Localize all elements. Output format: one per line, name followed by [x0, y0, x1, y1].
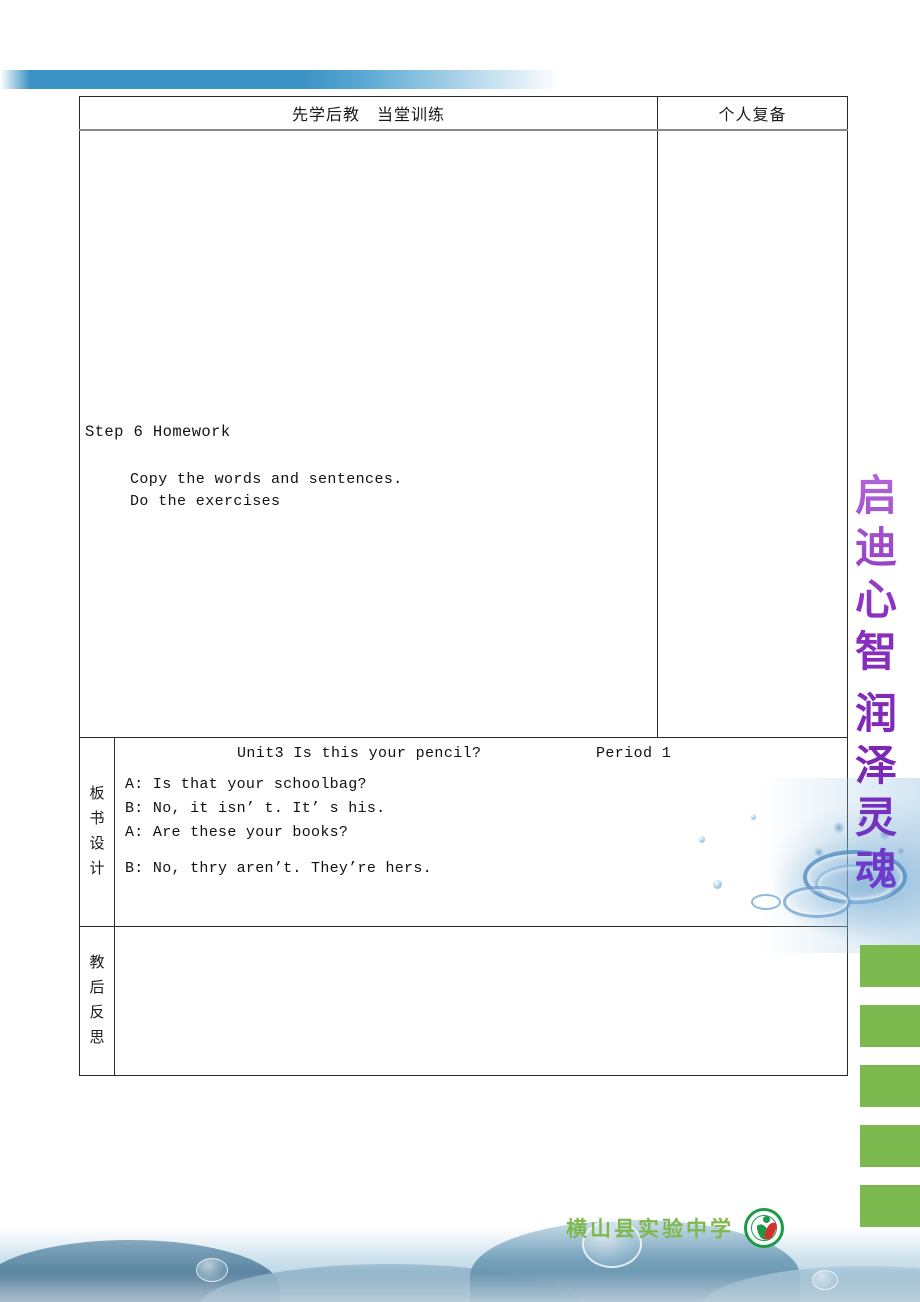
label-char: 计: [89, 861, 105, 877]
homework-item: Copy the words and sentences.: [130, 471, 403, 488]
dialogue-line: B: No, it isn’ t. It’ s his.: [125, 800, 386, 817]
green-block: [860, 1065, 920, 1107]
dialogue-block: A: Is that your schoolbag? B: No, it isn…: [125, 776, 432, 884]
water-foam: [0, 1272, 920, 1302]
table-body-row: Step 6 Homework Copy the words and sente…: [78, 129, 849, 738]
reflection-content[interactable]: [113, 926, 849, 1076]
label-char: 教: [89, 955, 105, 971]
vertical-slogan: 启 迪 心 智 润 泽 灵 魂: [845, 470, 907, 896]
slogan-char: 润: [854, 689, 897, 738]
dialogue-line: A: Are these your books?: [125, 824, 349, 841]
green-block: [860, 1005, 920, 1047]
teaching-process-cell: Step 6 Homework Copy the words and sente…: [78, 129, 659, 738]
lesson-plan-table: 先学后教 当堂训练 个人复备 Step 6 Homework Copy the …: [78, 96, 849, 1076]
blackboard-design-row: 板 书 设 计 Unit3 Is this your pencil? Perio…: [79, 737, 849, 927]
green-block: [860, 1185, 920, 1227]
period-label: Period 1: [596, 745, 672, 762]
top-decorative-bar: [0, 70, 560, 89]
school-logo-icon: [744, 1208, 784, 1248]
step-6-homework-title: Step 6 Homework: [85, 423, 231, 441]
green-block: [860, 1125, 920, 1167]
reflection-row: 教 后 反 思: [79, 926, 849, 1076]
blackboard-design-content[interactable]: Unit3 Is this your pencil? Period 1 A: I…: [113, 737, 849, 927]
slogan-char: 灵: [854, 793, 897, 842]
slogan-char: 启: [854, 471, 897, 520]
logo-dot: [763, 1216, 770, 1223]
slogan-char: 智: [854, 627, 897, 676]
personal-notes-cell[interactable]: [657, 129, 849, 738]
slogan-char: 泽: [854, 741, 897, 790]
school-brand: 横山县实验中学: [566, 1208, 784, 1248]
slogan-char: 迪: [854, 523, 897, 572]
label-char: 设: [89, 836, 105, 852]
slogan-char: 心: [854, 575, 897, 624]
label-char: 思: [89, 1030, 105, 1046]
homework-item: Do the exercises: [130, 493, 281, 510]
label-char: 书: [89, 811, 105, 827]
label-char: 板: [89, 786, 105, 802]
header-cell-teaching-process: 先学后教 当堂训练: [78, 96, 659, 131]
table-header-row: 先学后教 当堂训练 个人复备: [78, 96, 849, 131]
dialogue-line: A: Is that your schoolbag?: [125, 776, 367, 793]
reflection-label: 教 后 反 思: [79, 926, 115, 1076]
header-cell-personal-notes: 个人复备: [657, 96, 849, 131]
label-char: 后: [89, 980, 105, 996]
homework-list: Copy the words and sentences. Do the exe…: [130, 469, 403, 513]
dialogue-line: B: No, thry aren’t. They’re hers.: [125, 860, 432, 877]
slogan-char: 魂: [854, 845, 897, 894]
unit-title: Unit3 Is this your pencil?: [237, 745, 482, 762]
green-block-stack: [860, 945, 920, 1245]
label-char: 反: [89, 1005, 105, 1021]
green-block: [860, 945, 920, 987]
blackboard-design-label: 板 书 设 计: [79, 737, 115, 927]
slogan-gap: [845, 678, 907, 688]
blackboard-title-row: Unit3 Is this your pencil? Period 1: [115, 738, 847, 766]
school-name: 横山县实验中学: [566, 1217, 734, 1241]
